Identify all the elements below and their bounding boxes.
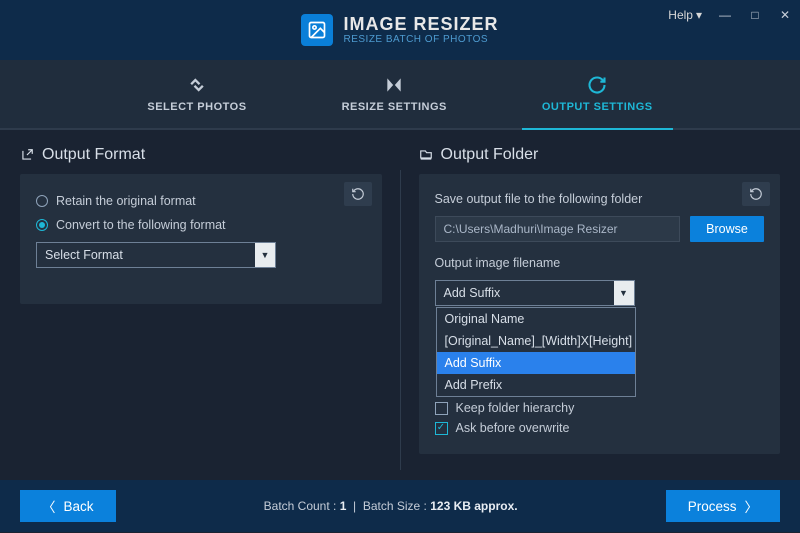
- undo-icon: [351, 187, 365, 201]
- footer: 〈 Back Batch Count : 1 | Batch Size : 12…: [0, 480, 800, 532]
- select-value: Select Format: [45, 248, 123, 262]
- checkbox-label: Keep folder hierarchy: [456, 401, 575, 415]
- keep-hierarchy-checkbox[interactable]: Keep folder hierarchy: [435, 401, 765, 415]
- output-folder-panel: Save output file to the following folder…: [419, 174, 781, 454]
- checkbox-icon: [435, 422, 448, 435]
- dropdown-option-dims[interactable]: [Original_Name]_[Width]X[Height]: [437, 330, 635, 352]
- back-button[interactable]: 〈 Back: [20, 490, 116, 522]
- maximize-button[interactable]: □: [740, 0, 770, 30]
- output-format-heading: Output Format: [20, 140, 382, 174]
- reset-format-button[interactable]: [344, 182, 372, 206]
- checkbox-label: Ask before overwrite: [456, 421, 570, 435]
- batch-count-label: Batch Count :: [264, 499, 337, 513]
- batch-size-value: 123 KB approx.: [430, 499, 517, 513]
- titlebar: IMAGE RESIZER RESIZE BATCH OF PHOTOS Hel…: [0, 0, 800, 60]
- radio-label: Retain the original format: [56, 194, 196, 208]
- heading-text: Output Format: [42, 146, 145, 164]
- output-folder-heading: Output Folder: [419, 140, 781, 174]
- folder-path-text: C:\Users\Madhuri\Image Resizer: [444, 222, 618, 236]
- window-controls: Help ▾ ― □ ✕: [660, 0, 800, 30]
- checkbox-icon: [435, 402, 448, 415]
- select-value: Add Suffix: [444, 286, 501, 300]
- format-select[interactable]: Select Format ▼: [36, 242, 276, 268]
- save-folder-label: Save output file to the following folder: [435, 192, 765, 206]
- tab-output-settings[interactable]: OUTPUT SETTINGS: [522, 60, 673, 130]
- tab-label: OUTPUT SETTINGS: [542, 101, 653, 113]
- folder-row: C:\Users\Madhuri\Image Resizer Browse: [435, 216, 765, 242]
- help-menu[interactable]: Help ▾: [660, 2, 710, 28]
- chevron-down-icon: ▼: [614, 281, 634, 305]
- tab-label: RESIZE SETTINGS: [342, 101, 447, 113]
- app-logo-icon: [301, 14, 333, 46]
- batch-size-label: Batch Size :: [363, 499, 427, 513]
- ask-overwrite-checkbox[interactable]: Ask before overwrite: [435, 421, 765, 435]
- tab-select-photos[interactable]: SELECT PHOTOS: [127, 60, 266, 130]
- chevron-down-icon: ▾: [696, 8, 702, 22]
- process-button[interactable]: Process 〉: [666, 490, 780, 522]
- help-label: Help: [668, 8, 693, 22]
- tabs: SELECT PHOTOS RESIZE SETTINGS OUTPUT SET…: [0, 60, 800, 130]
- radio-icon: [36, 195, 48, 207]
- convert-format-radio[interactable]: Convert to the following format: [36, 218, 366, 232]
- close-button[interactable]: ✕: [770, 0, 800, 30]
- chevron-left-icon: 〈: [42, 496, 56, 516]
- output-format-panel: Retain the original format Convert to th…: [20, 174, 382, 304]
- filename-dropdown: Original Name [Original_Name]_[Width]X[H…: [436, 307, 636, 397]
- radio-label: Convert to the following format: [56, 218, 226, 232]
- title-text: IMAGE RESIZER RESIZE BATCH OF PHOTOS: [343, 15, 498, 46]
- back-label: Back: [64, 499, 94, 514]
- reset-folder-button[interactable]: [742, 182, 770, 206]
- output-format-column: Output Format Retain the original format…: [20, 140, 382, 475]
- export-icon: [20, 148, 34, 162]
- undo-icon: [749, 187, 763, 201]
- divider: [400, 170, 401, 470]
- tab-label: SELECT PHOTOS: [147, 101, 246, 113]
- retain-format-radio[interactable]: Retain the original format: [36, 194, 366, 208]
- batch-count-value: 1: [340, 499, 347, 513]
- filename-select[interactable]: Add Suffix ▼ Original Name [Original_Nam…: [435, 280, 635, 306]
- radio-icon: [36, 219, 48, 231]
- main-content: Output Format Retain the original format…: [0, 130, 800, 480]
- filename-label: Output image filename: [435, 256, 765, 270]
- output-folder-column: Output Folder Save output file to the fo…: [419, 140, 781, 475]
- folder-path-input[interactable]: C:\Users\Madhuri\Image Resizer: [435, 216, 681, 242]
- batch-info: Batch Count : 1 | Batch Size : 123 KB ap…: [264, 499, 518, 513]
- app-subtitle: RESIZE BATCH OF PHOTOS: [343, 34, 498, 45]
- dropdown-option-original[interactable]: Original Name: [437, 308, 635, 330]
- folder-icon: [419, 148, 433, 162]
- heading-text: Output Folder: [441, 146, 539, 164]
- dropdown-option-prefix[interactable]: Add Prefix: [437, 374, 635, 396]
- process-label: Process: [688, 499, 737, 514]
- app-title: IMAGE RESIZER: [343, 15, 498, 35]
- chevron-right-icon: 〉: [745, 496, 759, 516]
- minimize-button[interactable]: ―: [710, 0, 740, 30]
- dropdown-option-suffix[interactable]: Add Suffix: [437, 352, 635, 374]
- chevron-down-icon: ▼: [255, 243, 275, 267]
- tab-resize-settings[interactable]: RESIZE SETTINGS: [322, 60, 467, 130]
- title-wrap: IMAGE RESIZER RESIZE BATCH OF PHOTOS: [301, 14, 498, 46]
- browse-button[interactable]: Browse: [690, 216, 764, 242]
